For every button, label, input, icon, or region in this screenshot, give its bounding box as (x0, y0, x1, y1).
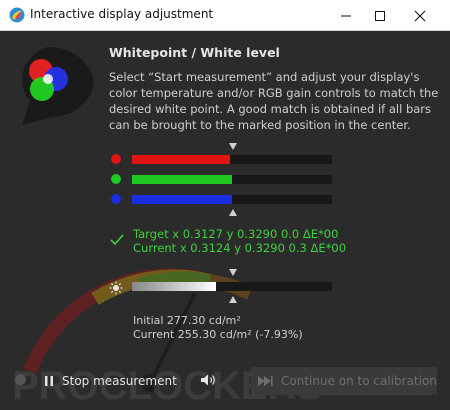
instructions-text: Select “Start measurement” and adjust yo… (109, 70, 439, 132)
check-icon (110, 231, 124, 250)
continue-calibration-label: Continue on to calibration (281, 374, 437, 388)
red-channel-fill (132, 155, 230, 164)
initial-luminance: Initial 277.30 cd/m² (133, 314, 241, 327)
current-luminance: Current 255.30 cd/m² (-7.93%) (133, 328, 303, 341)
green-channel-bar (132, 175, 332, 184)
blue-channel-bar (132, 195, 332, 204)
measurement-readout: Target x 0.3127 y 0.3290 0.0 ΔE*00 Curre… (133, 227, 346, 255)
red-channel-bar (132, 155, 332, 164)
current-readout: Current x 0.3124 y 0.3290 0.3 ΔE*00 (133, 241, 347, 255)
rgb-circles-icon (12, 45, 98, 131)
maximize-button[interactable] (360, 0, 400, 31)
dialog-content: PROCLOCKERS Whitepoint / White level Sel… (0, 31, 450, 410)
close-button[interactable] (400, 0, 440, 31)
target-marker-bottom (229, 209, 237, 216)
green-channel-fill (132, 175, 232, 184)
brightness-bar (132, 282, 332, 291)
window-title: Interactive display adjustment (30, 7, 214, 21)
blue-channel-fill (132, 195, 232, 204)
brightness-marker-bottom (229, 296, 237, 303)
green-channel-icon (111, 174, 121, 184)
luminance-readout: Initial 277.30 cd/m² Current 255.30 cd/m… (133, 314, 303, 342)
sun-icon (109, 280, 123, 299)
pause-icon (44, 372, 54, 391)
status-indicator (15, 374, 26, 385)
red-channel-icon (111, 154, 121, 164)
skip-forward-icon (257, 372, 273, 391)
brightness-fill (132, 282, 216, 291)
target-readout: Target x 0.3127 y 0.3290 0.0 ΔE*00 (133, 227, 339, 241)
stop-measurement-button[interactable]: Stop measurement (44, 367, 188, 395)
sound-toggle-button[interactable] (196, 367, 222, 395)
title-bar: Interactive display adjustment (0, 0, 450, 31)
continue-calibration-button[interactable]: Continue on to calibration (251, 367, 437, 395)
app-logo-icon (9, 7, 25, 23)
blue-channel-icon (111, 194, 121, 204)
stop-measurement-label: Stop measurement (62, 374, 177, 388)
section-title: Whitepoint / White level (109, 45, 280, 60)
target-marker-top (229, 143, 237, 150)
brightness-marker-top (229, 269, 237, 276)
speaker-icon (200, 372, 218, 391)
